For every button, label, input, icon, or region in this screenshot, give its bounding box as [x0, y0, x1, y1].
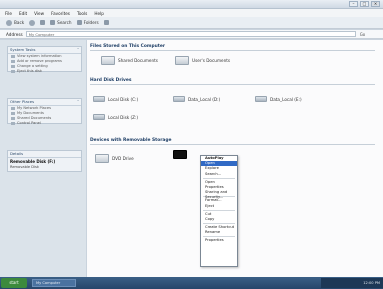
- section-files-header: Files Stored on This Computer: [90, 44, 165, 49]
- hard-drive-icon: [255, 96, 267, 102]
- other-places-title: Other Places: [10, 99, 35, 104]
- section-divider: [90, 50, 375, 51]
- drive-item[interactable]: DVD Drive: [95, 154, 134, 163]
- task-pane: System Tasks ˄ View system information A…: [0, 40, 86, 277]
- removable-disk-icon: [173, 150, 187, 159]
- place-item[interactable]: Control Panel: [8, 121, 81, 126]
- drive-item[interactable]: Data_Local (E:): [255, 96, 302, 102]
- details-panel: Details Removable Disk (F:) Removable Di…: [7, 150, 82, 172]
- menu-separator: [203, 177, 235, 179]
- other-places-header[interactable]: Other Places ˄: [8, 99, 81, 106]
- folder-item[interactable]: Shared Documents: [101, 56, 158, 65]
- section-divider: [90, 144, 375, 145]
- context-menu: AutoPlay Open Explore Search... Open Pro…: [200, 155, 238, 267]
- drive-item[interactable]: Data_Local (D:): [173, 96, 220, 102]
- task-item[interactable]: Eject this disk: [8, 69, 81, 74]
- menu-item-sharing[interactable]: Sharing and Security...: [201, 190, 237, 199]
- address-label: Address: [6, 31, 23, 37]
- go-button[interactable]: Go: [360, 32, 366, 37]
- menu-edit[interactable]: Edit: [19, 11, 27, 16]
- back-label: Back: [14, 20, 25, 25]
- folders-label: Folders: [83, 20, 99, 25]
- hard-drive-icon: [93, 114, 105, 120]
- up-folder-icon: [40, 20, 46, 25]
- menu-item-rename[interactable]: Rename: [201, 230, 237, 235]
- collapse-icon[interactable]: ˄: [77, 47, 79, 53]
- start-button[interactable]: start: [1, 278, 27, 288]
- menu-item-search[interactable]: Search...: [201, 172, 237, 177]
- close-button[interactable]: ×: [371, 1, 380, 7]
- details-header[interactable]: Details: [8, 151, 81, 158]
- menu-view[interactable]: View: [34, 11, 44, 16]
- menu-item-properties-2[interactable]: Properties: [201, 238, 237, 243]
- menu-tools[interactable]: Tools: [77, 11, 87, 16]
- views-button[interactable]: [103, 20, 109, 25]
- toolbar: Back Search Folders: [0, 17, 383, 29]
- section-divider: [90, 84, 375, 85]
- section-removable-header: Devices with Removable Storage: [90, 138, 172, 143]
- dvd-drive-icon: [95, 154, 109, 163]
- hard-drive-icon: [173, 96, 185, 102]
- system-tasks-title: System Tasks: [10, 47, 36, 52]
- maximize-button[interactable]: □: [360, 1, 369, 7]
- menu-file[interactable]: File: [5, 11, 12, 16]
- drive-item[interactable]: Local Disk (C:): [93, 96, 138, 102]
- system-tasks-header[interactable]: System Tasks ˄: [8, 47, 81, 54]
- back-button[interactable]: Back: [6, 19, 25, 26]
- menu-help[interactable]: Help: [94, 11, 104, 16]
- clock: 12:00 PM: [363, 281, 380, 285]
- menu-separator: [203, 223, 235, 225]
- menu-favorites[interactable]: Favorites: [51, 11, 70, 16]
- search-label: Search: [57, 20, 72, 25]
- drive-label: Data_Local (D:): [188, 96, 221, 102]
- section-hard-drives-header: Hard Disk Drives: [90, 78, 132, 83]
- search-icon: [50, 20, 56, 25]
- drive-label: DVD Drive: [112, 156, 134, 161]
- menu-separator: [203, 236, 235, 238]
- views-icon: [103, 20, 109, 25]
- address-bar: Address My Computer Go: [0, 30, 383, 39]
- details-name: Removable Disk (F:): [10, 159, 56, 164]
- details-type: Removable Disk: [10, 165, 39, 169]
- other-places-panel: Other Places ˄ My Network Places My Docu…: [7, 98, 82, 126]
- removable-disk-item[interactable]: [173, 150, 187, 159]
- details-title: Details: [10, 151, 24, 156]
- drive-label: Local Disk (Z:): [108, 114, 139, 120]
- window-controls: – □ ×: [349, 1, 380, 7]
- drive-label: Local Disk (C:): [108, 96, 139, 102]
- menu-item-copy[interactable]: Copy: [201, 217, 237, 222]
- folder-icon: [175, 56, 189, 65]
- drive-label: Data_Local (E:): [270, 96, 302, 102]
- title-bar: – □ ×: [0, 0, 383, 9]
- up-folder-button[interactable]: [40, 20, 46, 25]
- back-arrow-icon: [6, 19, 12, 26]
- folder-item[interactable]: User's Documents: [175, 56, 230, 65]
- system-tray: 12:00 PM: [321, 278, 383, 288]
- folders-button[interactable]: Folders: [76, 20, 99, 25]
- folder-icon: [101, 56, 115, 65]
- folders-icon: [76, 20, 82, 25]
- search-button[interactable]: Search: [50, 20, 72, 25]
- collapse-icon[interactable]: ˄: [77, 99, 79, 105]
- hard-drive-icon: [93, 96, 105, 102]
- menu-item-eject[interactable]: Eject: [201, 204, 237, 209]
- forward-button[interactable]: [29, 19, 36, 26]
- forward-arrow-icon: [29, 19, 36, 26]
- address-input[interactable]: My Computer: [25, 31, 356, 37]
- menu-bar: File Edit View Favorites Tools Help: [0, 9, 383, 17]
- folder-label: Shared Documents: [118, 58, 158, 63]
- minimize-button[interactable]: –: [349, 1, 358, 7]
- taskbar-window-button[interactable]: My Computer: [32, 279, 76, 287]
- drive-item[interactable]: Local Disk (Z:): [93, 114, 138, 120]
- folder-label: User's Documents: [192, 58, 231, 63]
- system-tasks-panel: System Tasks ˄ View system information A…: [7, 46, 82, 74]
- taskbar: start My Computer 12:00 PM: [0, 277, 383, 289]
- menu-separator: [203, 209, 235, 211]
